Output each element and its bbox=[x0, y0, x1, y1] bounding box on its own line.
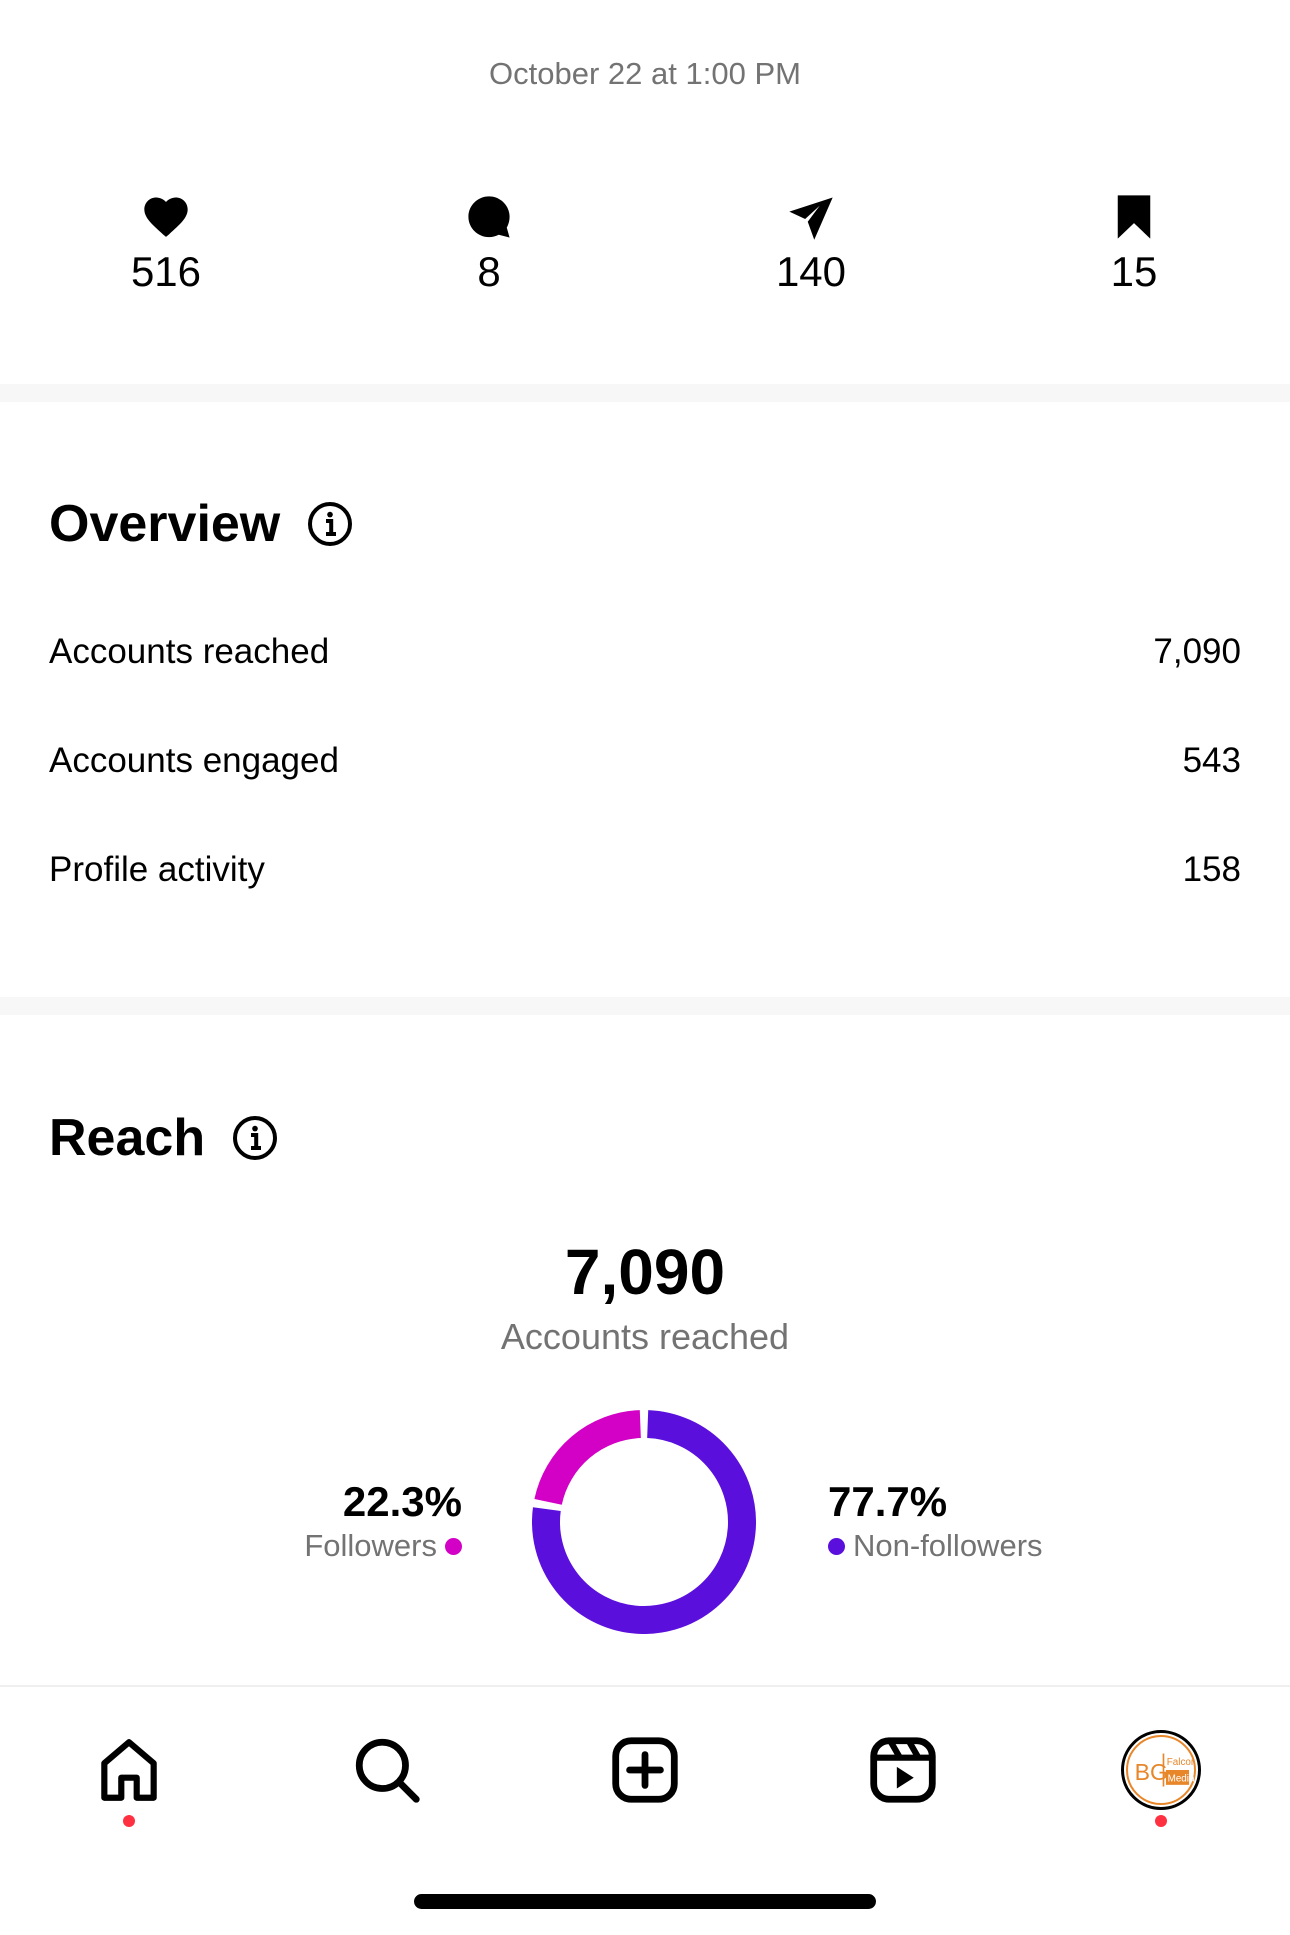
overview-row-accounts-reached[interactable]: Accounts reached 7,090 bbox=[49, 632, 1241, 672]
home-notification-dot bbox=[123, 1815, 135, 1827]
overview-row-label: Profile activity bbox=[49, 850, 265, 889]
reach-title: Reach bbox=[49, 1109, 206, 1167]
reach-donut-chart bbox=[532, 1410, 756, 1634]
saves-count: 15 bbox=[1110, 248, 1158, 295]
overview-row-label: Accounts reached bbox=[49, 632, 330, 671]
reels-icon bbox=[870, 1737, 936, 1803]
comments-count: 8 bbox=[477, 248, 501, 295]
non-followers-label: Non-followers bbox=[853, 1528, 1043, 1564]
comments-stat[interactable]: 8 bbox=[389, 190, 589, 296]
overview-row-profile-activity[interactable]: Profile activity 158 bbox=[49, 850, 1241, 890]
followers-arc bbox=[534, 1410, 642, 1506]
overview-header: Overview bbox=[49, 494, 354, 554]
overview-row-value: 7,090 bbox=[1153, 632, 1241, 671]
heart-icon bbox=[139, 190, 193, 244]
bookmark-icon bbox=[1107, 190, 1161, 244]
overview-row-label: Accounts engaged bbox=[49, 741, 339, 780]
followers-share: 22.3% Followers bbox=[304, 1478, 462, 1564]
non-followers-legend: Non-followers bbox=[828, 1528, 1043, 1564]
svg-text:Media: Media bbox=[1168, 1774, 1194, 1785]
nav-profile-button[interactable]: BG Falcon Media bbox=[1116, 1725, 1206, 1815]
reach-caption: Accounts reached bbox=[500, 1316, 790, 1357]
reach-header: Reach bbox=[49, 1108, 279, 1168]
non-followers-share: 77.7% Non-followers bbox=[828, 1478, 1043, 1564]
home-indicator bbox=[414, 1894, 876, 1909]
post-timestamp: October 22 at 1:00 PM bbox=[489, 56, 801, 91]
section-divider bbox=[0, 384, 1290, 402]
non-followers-percent: 77.7% bbox=[828, 1478, 948, 1525]
non-followers-legend-dot bbox=[828, 1537, 845, 1555]
home-icon bbox=[101, 1739, 157, 1801]
comment-icon bbox=[462, 190, 516, 244]
info-icon[interactable] bbox=[231, 1114, 279, 1162]
svg-text:Falcon: Falcon bbox=[1167, 1757, 1194, 1768]
engagement-stats: 516 8 140 15 bbox=[0, 190, 1290, 310]
shares-stat[interactable]: 140 bbox=[711, 190, 911, 296]
insights-screen: October 22 at 1:00 PM 516 8 140 15 Overv… bbox=[0, 0, 1290, 1935]
reach-total: 7,090 bbox=[564, 1236, 726, 1308]
followers-legend-dot bbox=[445, 1537, 462, 1555]
reach-summary: 7,090 Accounts reached bbox=[0, 1240, 1290, 1358]
overview-row-value: 158 bbox=[1182, 850, 1241, 889]
nav-reels-button[interactable] bbox=[858, 1725, 948, 1815]
overview-row-accounts-engaged[interactable]: Accounts engaged 543 bbox=[49, 741, 1241, 781]
saves-stat[interactable]: 15 bbox=[1034, 190, 1234, 296]
followers-percent: 22.3% bbox=[342, 1478, 462, 1525]
likes-stat[interactable]: 516 bbox=[66, 190, 266, 296]
likes-count: 516 bbox=[130, 248, 202, 295]
profile-avatar: BG Falcon Media bbox=[1121, 1730, 1201, 1810]
followers-legend: Followers bbox=[304, 1528, 462, 1564]
nav-home-button[interactable] bbox=[84, 1725, 174, 1815]
avatar-logo: BG Falcon Media bbox=[1126, 1735, 1196, 1805]
overview-title: Overview bbox=[49, 495, 281, 553]
create-icon bbox=[612, 1737, 678, 1803]
profile-notification-dot bbox=[1155, 1815, 1167, 1827]
share-icon bbox=[784, 190, 838, 244]
nav-search-button[interactable] bbox=[342, 1725, 432, 1815]
overview-row-value: 543 bbox=[1182, 741, 1241, 780]
nav-create-button[interactable] bbox=[600, 1725, 690, 1815]
info-icon[interactable] bbox=[306, 500, 354, 548]
followers-label: Followers bbox=[304, 1528, 437, 1564]
search-icon bbox=[355, 1738, 420, 1803]
shares-count: 140 bbox=[775, 248, 847, 295]
section-divider bbox=[0, 997, 1290, 1015]
